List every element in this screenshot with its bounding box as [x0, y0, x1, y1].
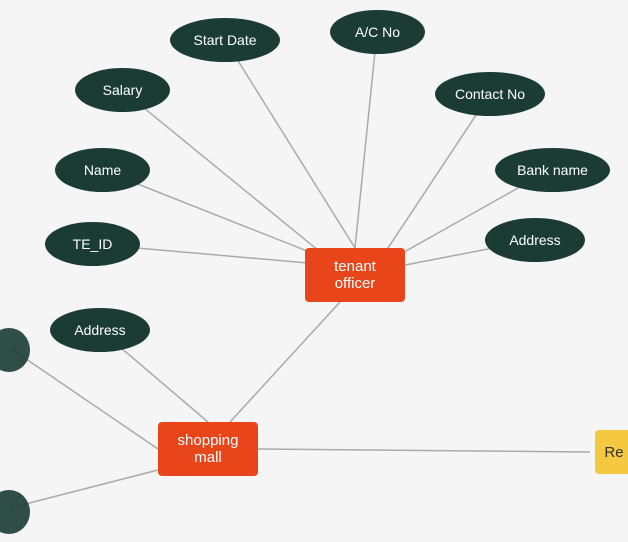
address-right-node: Address: [485, 218, 585, 262]
tenant-officer-node: tenant officer: [305, 248, 405, 302]
start-date-node: Start Date: [170, 18, 280, 62]
shopping-mall-node: shopping mall: [158, 422, 258, 476]
ac-no-node: A/C No: [330, 10, 425, 54]
re-node: Re: [595, 430, 628, 474]
contact-no-node: Contact No: [435, 72, 545, 116]
bank-name-node: Bank name: [495, 148, 610, 192]
partial-ellipse-2: [0, 490, 30, 534]
te-id-node: TE_ID: [45, 222, 140, 266]
diagram-canvas: tenant officer Start Date A/C No Contact…: [0, 0, 628, 542]
partial-ellipse-1: [0, 328, 30, 372]
salary-node: Salary: [75, 68, 170, 112]
address-left-node: Address: [50, 308, 150, 352]
name-node: Name: [55, 148, 150, 192]
